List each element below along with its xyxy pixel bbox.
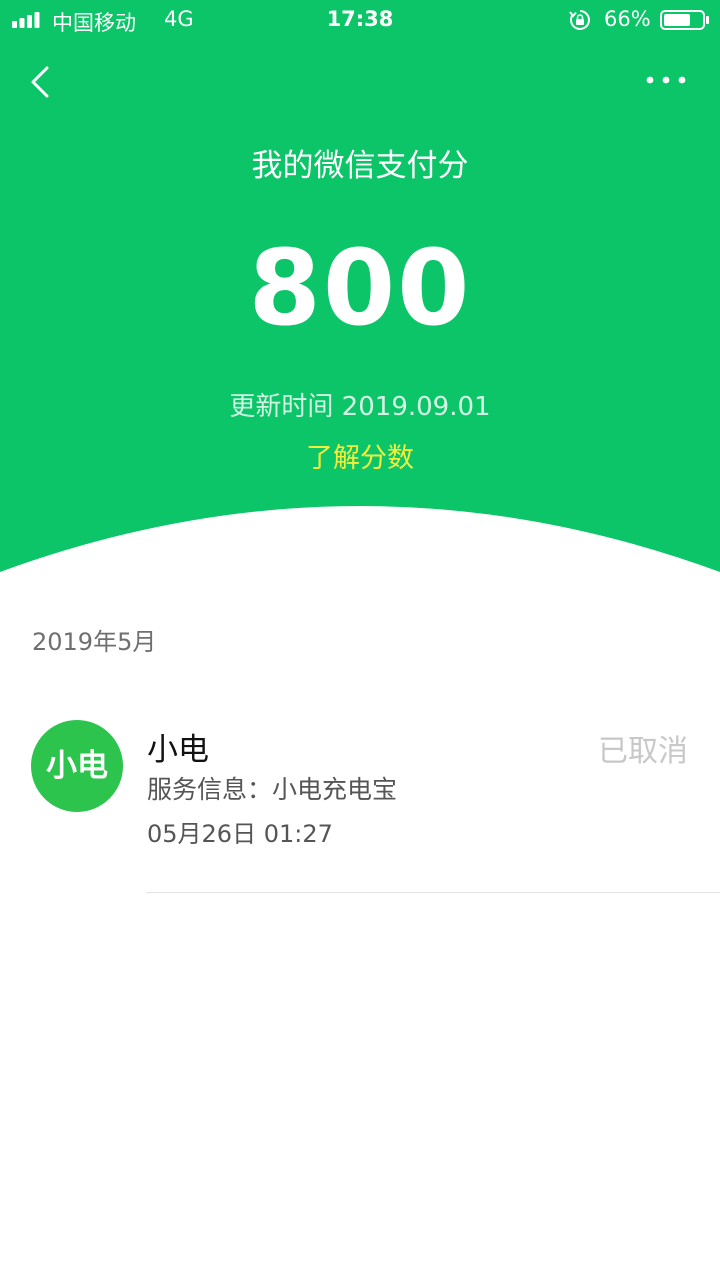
back-arrow-icon[interactable] <box>26 62 54 102</box>
battery-percent: 66% <box>604 7 651 31</box>
merchant-name: 小电 <box>147 732 209 768</box>
learn-score-link[interactable]: 了解分数 <box>0 436 720 475</box>
status-badge: 已取消 <box>598 734 688 769</box>
page-title: 我的微信支付分 <box>251 148 469 184</box>
score-header: 中国移动 4G 17:38 66% 我的微信支付分 800 更新时间 2019.… <box>0 0 720 580</box>
battery-icon <box>660 10 709 30</box>
score-value: 800 <box>248 227 472 349</box>
list-item[interactable]: 小电 小电 服务信息：小电充电宝 05月26日 01:27 已取消 <box>0 690 720 894</box>
update-time: 更新时间 2019.09.01 <box>229 392 491 422</box>
record-datetime: 05月26日 01:27 <box>147 820 333 848</box>
list-divider <box>146 892 720 893</box>
status-bar: 中国移动 4G 17:38 66% <box>0 0 720 40</box>
rotation-lock-icon <box>569 10 590 30</box>
more-options-icon[interactable] <box>644 70 688 90</box>
service-info: 服务信息：小电充电宝 <box>147 775 398 804</box>
merchant-avatar: 小电 <box>31 720 123 812</box>
month-label: 2019年5月 <box>32 628 157 656</box>
